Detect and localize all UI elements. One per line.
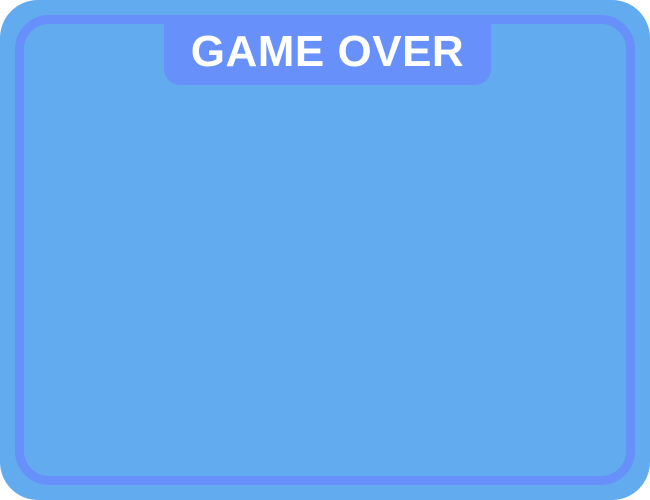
panel-frame xyxy=(15,15,635,485)
game-over-title: GAME OVER xyxy=(190,26,465,76)
title-tab: GAME OVER xyxy=(164,24,491,85)
game-over-panel: GAME OVER xyxy=(0,0,650,500)
